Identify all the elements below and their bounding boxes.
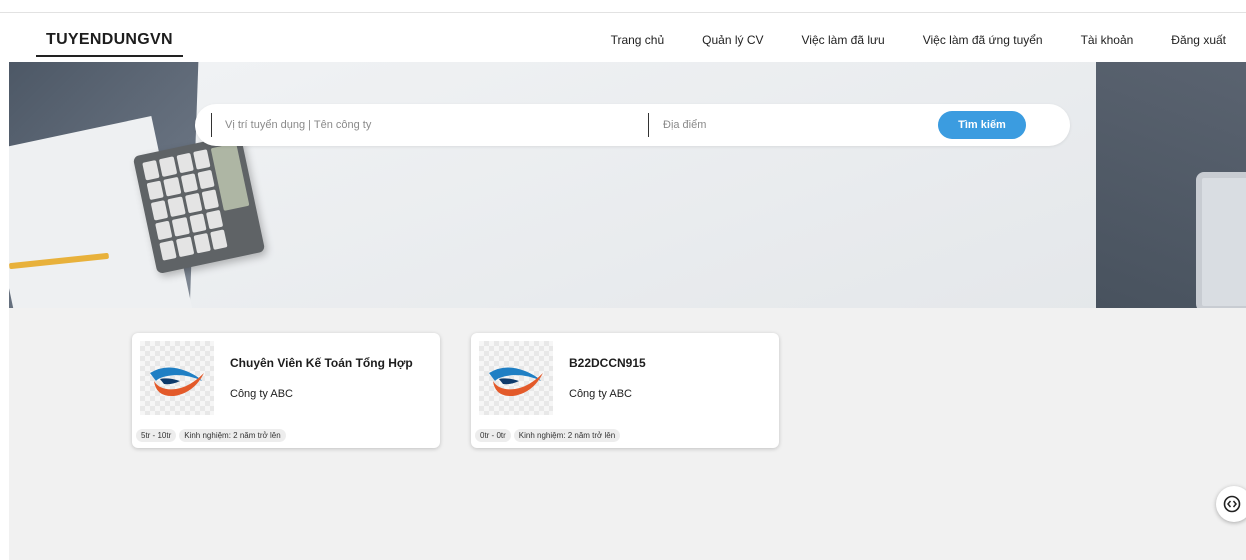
nav-home[interactable]: Trang chủ (611, 33, 665, 47)
job-card[interactable]: Chuyên Viên Kế Toán Tổng Hợp Công ty ABC… (132, 333, 440, 448)
nav-manage-cv[interactable]: Quản lý CV (702, 33, 763, 47)
code-brackets-icon (1223, 495, 1241, 513)
salary-tag: 5tr - 10tr (136, 429, 177, 442)
floating-side-button[interactable] (1216, 486, 1246, 522)
job-title[interactable]: Chuyên Viên Kế Toán Tổng Hợp (230, 356, 413, 370)
nav-saved-jobs[interactable]: Việc làm đã lưu (802, 33, 885, 47)
nav-account[interactable]: Tài khoản (1081, 33, 1134, 47)
nav-applied-jobs[interactable]: Việc làm đã ứng tuyển (923, 33, 1043, 47)
job-title[interactable]: B22DCCN915 (569, 356, 646, 370)
hero-tablet (1196, 172, 1246, 308)
location-divider (648, 113, 649, 137)
job-tags: 0tr - 0tr Kinh nghiệm: 2 năm trở lên (475, 429, 621, 442)
salary-tag: 0tr - 0tr (475, 429, 511, 442)
search-divider (211, 113, 212, 137)
company-name: Công ty ABC (230, 388, 293, 400)
job-search-input[interactable] (225, 117, 625, 133)
company-name: Công ty ABC (569, 388, 632, 400)
company-logo (140, 341, 214, 415)
location-input[interactable] (663, 117, 913, 133)
nav-logout[interactable]: Đăng xuất (1171, 33, 1226, 47)
site-logo[interactable]: TUYENDUNGVN (36, 31, 183, 57)
search-bar: Tìm kiếm (195, 104, 1070, 146)
company-swoosh-icon (489, 367, 543, 397)
experience-tag: Kinh nghiệm: 2 năm trở lên (179, 429, 286, 442)
main-menu: Trang chủ Quản lý CV Việc làm đã lưu Việ… (611, 33, 1226, 47)
job-tags: 5tr - 10tr Kinh nghiệm: 2 năm trở lên (136, 429, 286, 442)
job-card[interactable]: B22DCCN915 Công ty ABC 0tr - 0tr Kinh ng… (471, 333, 779, 448)
experience-tag: Kinh nghiệm: 2 năm trở lên (513, 429, 621, 442)
job-list-area: Chuyên Viên Kế Toán Tổng Hợp Công ty ABC… (9, 308, 1246, 560)
company-logo (479, 341, 553, 415)
top-navbar: TUYENDUNGVN Trang chủ Quản lý CV Việc là… (0, 13, 1246, 62)
search-button[interactable]: Tìm kiếm (938, 111, 1026, 139)
hero-paper (189, 62, 1119, 308)
hero-banner (9, 62, 1246, 308)
company-swoosh-icon (150, 367, 204, 397)
